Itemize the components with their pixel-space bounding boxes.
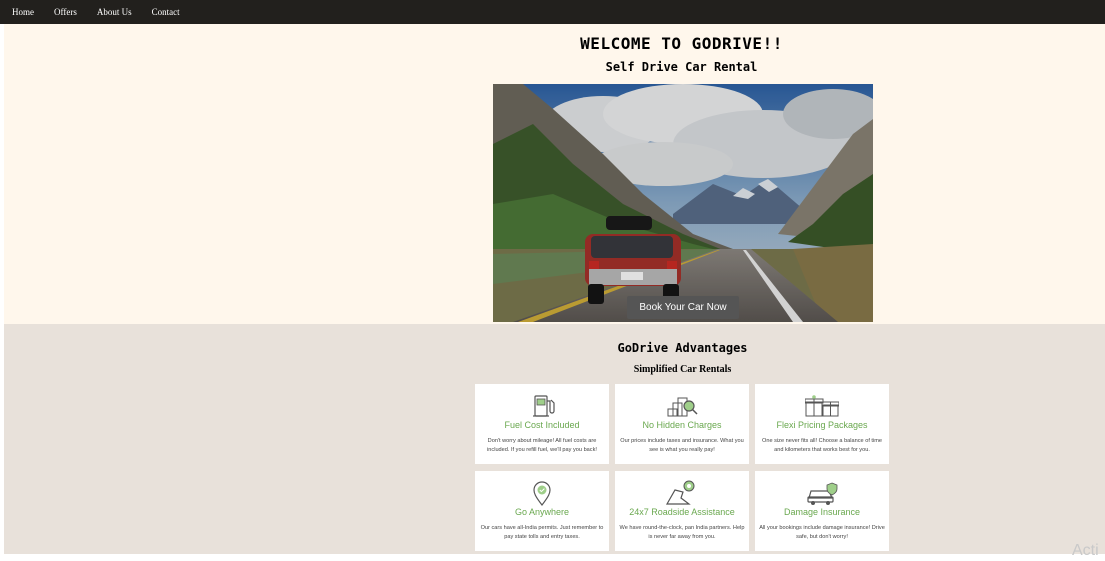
card-description: We have round-the-clock, pan India partn… (619, 525, 745, 540)
gift-boxes-icon (804, 393, 840, 419)
card-title: Flexi Pricing Packages (776, 420, 868, 430)
nav-offers-link[interactable]: Offers (54, 7, 77, 17)
nav-contact-link[interactable]: Contact (152, 7, 180, 17)
advantage-card-fuel: Fuel Cost Included Don't worry about mil… (475, 384, 609, 464)
advantage-card-roadside: 24x7 Roadside Assistance We have round-t… (615, 471, 749, 551)
coins-magnifier-icon (665, 393, 699, 419)
card-description: Our prices include taxes and insurance. … (620, 438, 744, 453)
car-shield-icon (805, 480, 839, 506)
card-description: One size never fits all! Choose a balanc… (761, 438, 883, 453)
card-description: All your bookings include damage insuran… (759, 525, 885, 540)
card-title: Damage Insurance (783, 507, 861, 517)
card-description: Don't worry about mileage! All fuel cost… (487, 438, 597, 453)
book-car-button[interactable]: Book Your Car Now (627, 296, 739, 319)
location-pin-icon (525, 480, 559, 506)
card-description: Our cars have all-India permits. Just re… (480, 525, 604, 540)
advantages-title: GoDrive Advantages (617, 341, 748, 355)
fuel-pump-icon (525, 393, 559, 419)
activate-watermark: Acti (1072, 542, 1099, 559)
advantage-card-damage: Damage Insurance All your bookings inclu… (755, 471, 889, 551)
card-title: 24x7 Roadside Assistance (629, 507, 735, 517)
card-title: No Hidden Charges (642, 420, 722, 430)
hero-car-photo (493, 84, 873, 322)
nav-about-link[interactable]: About Us (97, 7, 132, 17)
card-title: Go Anywhere (514, 507, 570, 517)
card-title: Fuel Cost Included (504, 420, 580, 430)
advantage-card-go-anywhere: Go Anywhere Our cars have all-India perm… (475, 471, 609, 551)
top-nav: Home Offers About Us Contact (0, 0, 1105, 24)
roadside-pin-icon (665, 480, 699, 506)
welcome-title: WELCOME TO GODRIVE!! (580, 34, 783, 53)
hero-section: WELCOME TO GODRIVE!! Self Drive Car Rent… (4, 24, 1105, 324)
advantage-card-no-hidden: No Hidden Charges Our prices include tax… (615, 384, 749, 464)
advantage-card-flexi: Flexi Pricing Packages One size never fi… (755, 384, 889, 464)
advantages-subtitle: Simplified Car Rentals (633, 364, 732, 375)
welcome-subtitle: Self Drive Car Rental (605, 60, 758, 74)
nav-home-link[interactable]: Home (12, 7, 34, 17)
